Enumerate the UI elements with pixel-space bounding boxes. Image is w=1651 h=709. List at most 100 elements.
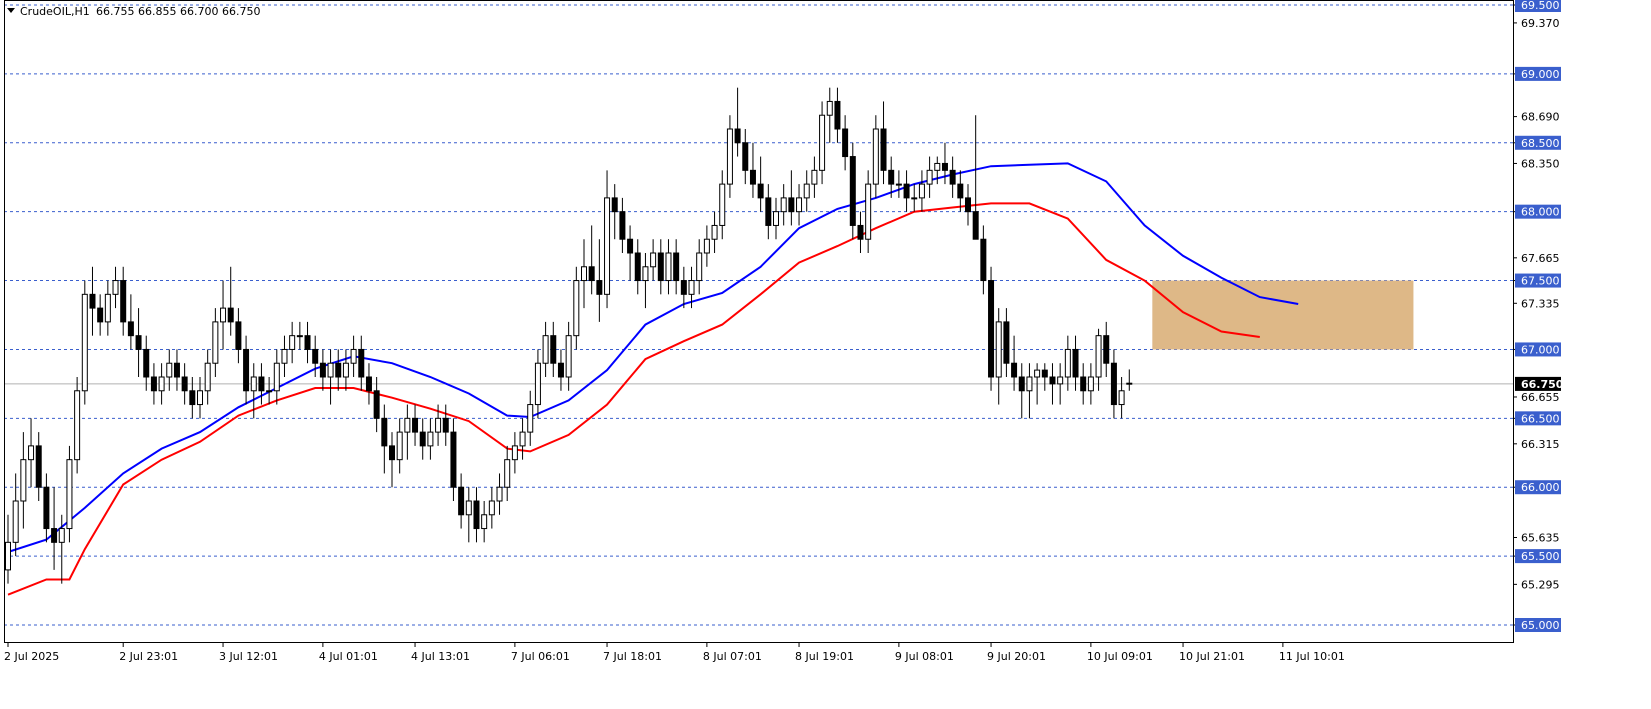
candle-body	[365, 376, 372, 392]
candle-body	[273, 362, 280, 392]
candle-body	[419, 431, 426, 447]
candle-body	[957, 183, 964, 199]
candle-body	[481, 514, 488, 530]
zone-rect	[1152, 280, 1414, 350]
candle-body	[941, 162, 948, 171]
candle-body	[296, 335, 303, 338]
candle-body	[412, 417, 419, 433]
candle-body	[504, 459, 511, 488]
candle-body	[12, 500, 19, 543]
candle-body	[826, 100, 833, 116]
price-tick-label: 66.000	[1521, 481, 1560, 494]
candle	[849, 142, 856, 240]
price-tick-label: 68.690	[1521, 111, 1560, 124]
price-tick-label: 67.500	[1521, 275, 1560, 288]
candle-body	[396, 431, 403, 461]
candle-body	[150, 376, 157, 392]
candle-body	[473, 500, 480, 530]
candle-body	[250, 376, 257, 392]
candle-body	[327, 362, 334, 378]
candle-body	[519, 431, 526, 447]
candle-body	[619, 211, 626, 240]
time-tick-label: 7 Jul 06:01	[511, 650, 570, 663]
candle-body	[304, 335, 311, 350]
candle-body	[972, 211, 979, 240]
time-tick-label: 4 Jul 13:01	[411, 650, 470, 663]
candle-body	[104, 293, 111, 323]
candle-body	[335, 362, 342, 378]
candle-body	[642, 266, 649, 282]
candle-body	[665, 252, 672, 282]
candle-body	[74, 390, 81, 461]
chart-svg[interactable]: 69.500 69.370 69.000 68.690 68.500 68.350 68.0…	[0, 0, 1651, 705]
candle-body	[550, 335, 557, 364]
candle-body	[796, 197, 803, 213]
candle-body	[680, 280, 687, 295]
price-tick-label: 66.315	[1521, 438, 1560, 451]
candle-body	[1087, 376, 1094, 392]
candle-body	[404, 417, 411, 433]
candle-body	[918, 183, 925, 199]
candle-body	[465, 500, 472, 516]
candle-body	[1064, 348, 1071, 378]
candle-body	[1034, 369, 1041, 378]
candle-body	[1041, 369, 1048, 378]
candle-body	[673, 252, 680, 282]
candle-body	[127, 321, 134, 337]
time-tick-label: 10 Jul 09:01	[1087, 650, 1153, 663]
price-tick-label: 67.665	[1521, 252, 1560, 265]
price-tick-label: 65.000	[1521, 619, 1560, 632]
candle-body	[450, 431, 457, 488]
price-tick-label: 66.500	[1521, 412, 1560, 425]
candle-body	[1011, 362, 1018, 378]
candle-body	[773, 211, 779, 226]
candle-body	[995, 321, 1002, 378]
candle-body	[872, 128, 879, 185]
candle-body	[734, 128, 741, 144]
time-tick-label: 8 Jul 07:01	[703, 650, 762, 663]
candle-body	[319, 362, 326, 378]
candle-body	[181, 376, 188, 392]
candle-body	[43, 486, 50, 530]
price-tick-label: 65.500	[1521, 550, 1560, 563]
candle-body	[158, 376, 165, 392]
candle-body	[581, 266, 587, 282]
time-tick-label: 7 Jul 18:01	[603, 650, 662, 663]
candle-body	[980, 238, 987, 282]
candle-body	[28, 445, 35, 461]
candle-body	[243, 348, 250, 392]
candle-body	[212, 321, 219, 364]
candle-body	[757, 183, 764, 199]
candle-body	[350, 348, 357, 364]
time-tick-label: 8 Jul 19:01	[795, 650, 854, 663]
candle-body	[97, 307, 104, 323]
chart-header: CrudeOIL,H1 66.755 66.855 66.700 66.750	[7, 5, 260, 18]
candle-body	[120, 280, 127, 323]
candle-body	[1072, 348, 1079, 378]
price-chart[interactable]: 69.500 69.370 69.000 68.690 68.500 68.350 68.0…	[0, 0, 1651, 705]
candle-body	[1126, 382, 1133, 385]
candle-body	[58, 528, 65, 543]
candle-body	[557, 362, 564, 378]
time-tick-label: 9 Jul 20:01	[987, 650, 1046, 663]
candle-body	[880, 128, 887, 171]
candle-body	[895, 183, 902, 186]
candle-body	[726, 128, 733, 185]
candle-body	[312, 348, 319, 364]
candle-body	[1103, 335, 1110, 364]
candle-body	[1003, 321, 1010, 364]
candle-body	[573, 280, 580, 337]
price-tick-label: 65.635	[1521, 532, 1560, 545]
candle-body	[811, 169, 818, 185]
candle-body	[197, 390, 203, 406]
candle-body	[342, 362, 349, 378]
time-tick-label: 9 Jul 08:01	[895, 650, 954, 663]
time-tick-label: 2 Jul 23:01	[119, 650, 178, 663]
candle-body	[634, 252, 641, 282]
price-tick-label: 69.500	[1521, 0, 1560, 12]
candle-body	[988, 280, 995, 378]
candle-body	[588, 266, 595, 282]
candle-body	[381, 417, 388, 447]
price-tick-label: 65.295	[1521, 578, 1560, 591]
candle-body	[112, 280, 119, 295]
